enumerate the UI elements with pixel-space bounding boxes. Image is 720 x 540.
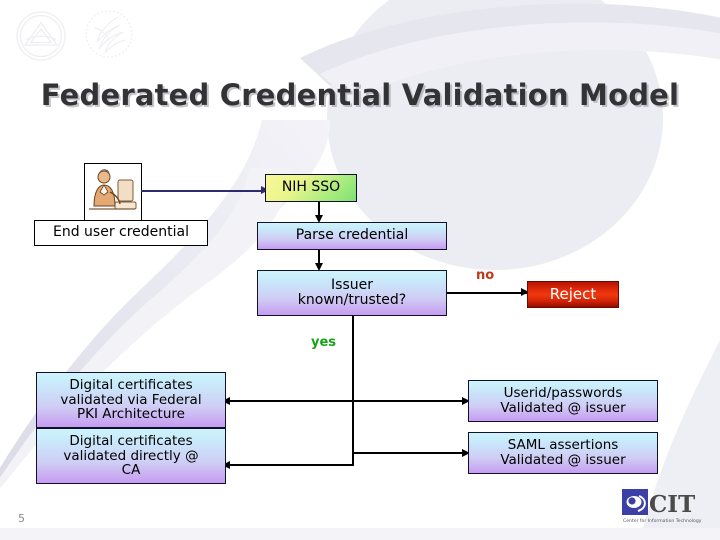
- node-saml-assertions[interactable]: SAML assertions Validated @ issuer: [468, 432, 658, 474]
- connector-parse-to-issuer: [318, 250, 320, 264]
- connector-trunk-to-direct-ca: [230, 464, 354, 466]
- node-issuer-line2: known/trusted?: [297, 292, 407, 308]
- node-userid-line2: Validated @ issuer: [500, 400, 626, 416]
- connector-trunk-to-saml: [352, 452, 464, 454]
- node-nih-sso[interactable]: NIH SSO: [265, 174, 357, 202]
- connector-yes-trunk: [352, 316, 354, 466]
- connector-trunk-to-fed-pki: [230, 400, 354, 402]
- node-parse-credential-label: Parse credential: [295, 227, 409, 244]
- edge-label-yes: yes: [311, 335, 337, 350]
- cit-logo-tagline: Center for Information Technology: [623, 518, 702, 524]
- slide-canvas: Federated Credential Validation Model NI…: [0, 0, 720, 540]
- cit-logo: CIT Center for Information Technology: [622, 487, 708, 525]
- node-parse-credential[interactable]: Parse credential: [257, 222, 447, 250]
- nih-logo-watermark: [12, 10, 70, 66]
- page-number: 5: [18, 512, 25, 525]
- node-saml-line1: SAML assertions: [507, 437, 619, 454]
- node-userid-passwords[interactable]: Userid/passwords Validated @ issuer: [468, 380, 658, 422]
- node-userid-line1: Userid/passwords: [503, 385, 623, 402]
- node-fed-pki-line2: validated via Federal: [60, 391, 202, 408]
- page-title: Federated Credential Validation Model: [40, 78, 680, 112]
- node-end-user-credential[interactable]: End user credential: [34, 220, 208, 246]
- node-saml-line2: Validated @ issuer: [500, 452, 626, 468]
- node-fed-pki-validation[interactable]: Digital certificates validated via Feder…: [36, 372, 226, 428]
- node-reject-label: Reject: [549, 285, 597, 304]
- node-direct-ca-line3: CA: [121, 462, 141, 479]
- node-issuer-known-trusted[interactable]: Issuer known/trusted?: [257, 270, 447, 316]
- edge-label-no: no: [476, 268, 495, 283]
- connector-enduser-to-sso: [141, 190, 261, 192]
- node-direct-ca-line1: Digital certificates: [69, 433, 193, 450]
- connector-trunk-to-userid: [352, 400, 464, 402]
- node-fed-pki-line1: Digital certificates: [69, 377, 193, 394]
- svg-text:CIT: CIT: [649, 491, 695, 518]
- node-direct-ca-validation[interactable]: Digital certificates validated directly …: [36, 428, 226, 484]
- hhs-logo-watermark: [82, 8, 136, 64]
- node-fed-pki-line3: PKI Architecture: [77, 406, 185, 423]
- node-end-user-credential-label: End user credential: [52, 224, 190, 241]
- node-reject[interactable]: Reject: [527, 281, 619, 308]
- node-issuer-line1: Issuer: [331, 276, 373, 293]
- end-user-clipart: [84, 163, 142, 221]
- node-direct-ca-line2: validated directly @: [63, 447, 199, 464]
- connector-issuer-to-reject: [447, 292, 527, 294]
- node-nih-sso-label: NIH SSO: [281, 179, 341, 196]
- connector-sso-to-parse: [318, 202, 320, 216]
